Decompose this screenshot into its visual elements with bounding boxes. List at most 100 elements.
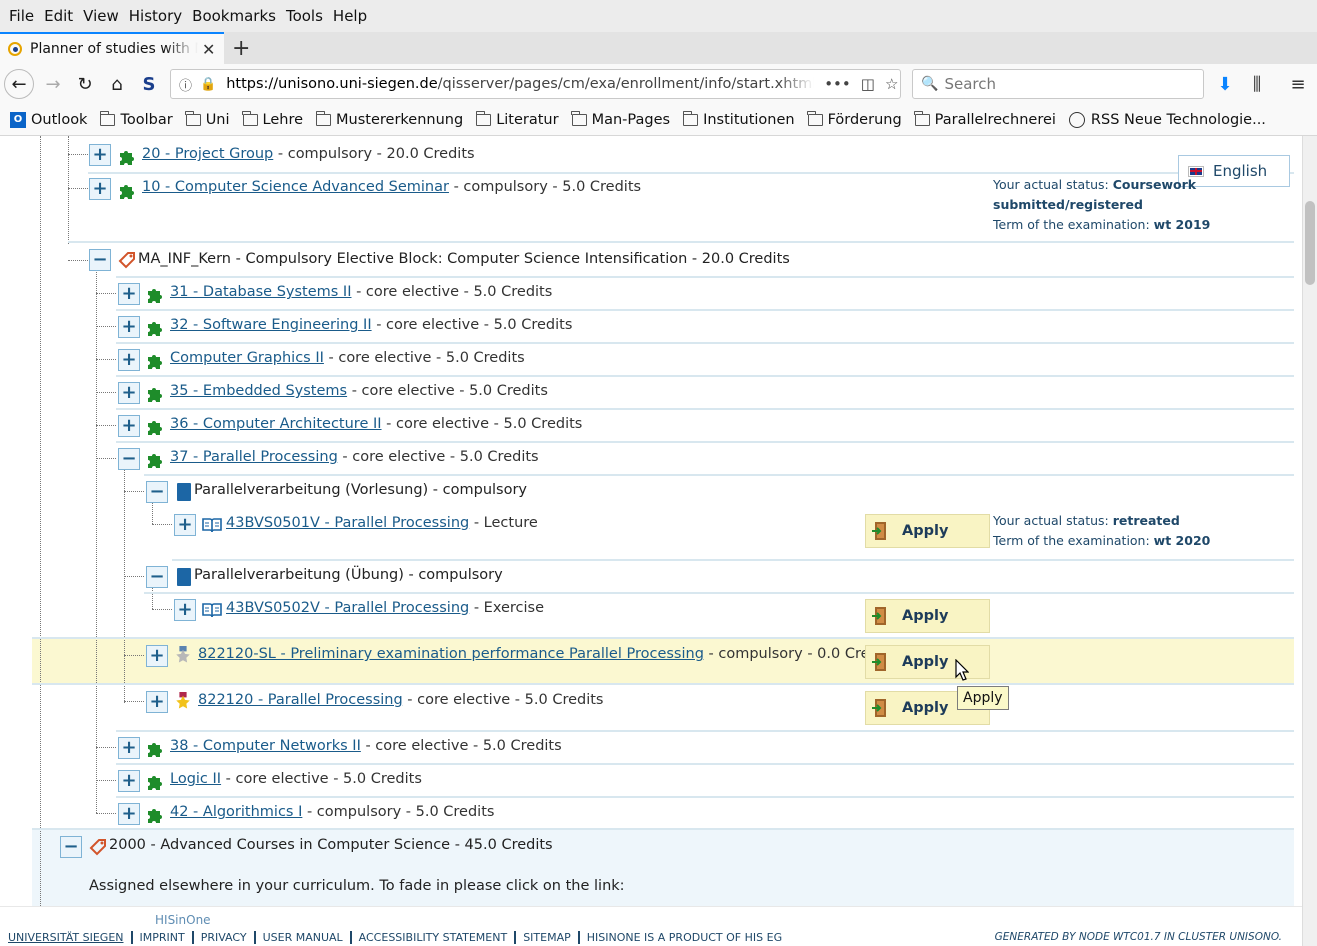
database-systems-link[interactable]: 31 - Database Systems II [170, 284, 351, 300]
bookmark-star-icon[interactable]: ☆ [885, 75, 898, 93]
bookmark-foerderung[interactable]: Förderung [807, 110, 902, 128]
tab-bar: Planner of studies with M ✕ + [0, 32, 1317, 64]
footer-link-user-manual[interactable]: USER MANUAL [253, 931, 350, 944]
tree-item-database-systems: 31 - Database Systems II - core elective… [170, 284, 553, 300]
folder-icon [185, 110, 201, 126]
bookmark-man-pages[interactable]: Man-Pages [571, 110, 670, 128]
footer-link-privacy[interactable]: PRIVACY [191, 931, 254, 944]
new-tab-icon[interactable]: + [232, 36, 250, 61]
footer-link-sitemap[interactable]: SITEMAP [514, 931, 578, 944]
search-bar[interactable]: 🔍 Search [912, 69, 1204, 99]
footer-link-his[interactable]: HISINONE IS A PRODUCT OF HIS EG [577, 931, 789, 944]
open-book-icon [202, 603, 222, 618]
bookmark-parallelrechnerei[interactable]: Parallelrechnerei [914, 110, 1056, 128]
menu-tools[interactable]: Tools [281, 7, 328, 25]
tree-item-pv-exercise-group: Parallelverarbeitung (Übung) - compulsor… [194, 567, 503, 583]
extension-s-icon[interactable]: S [134, 69, 164, 99]
expand-button[interactable]: + [174, 599, 196, 621]
expand-button[interactable]: + [146, 691, 168, 713]
expand-button[interactable]: + [174, 514, 196, 536]
nav-bar: ← → ↻ ⌂ S ⓘ 🔒 https://unisono.uni-siegen… [0, 64, 1317, 104]
computer-networks-link[interactable]: 38 - Computer Networks II [170, 738, 361, 754]
expand-button[interactable]: + [118, 770, 140, 792]
folder-icon [475, 110, 492, 126]
url-bar[interactable]: ⓘ 🔒 https://unisono.uni-siegen.de/qisser… [170, 69, 901, 99]
page-actions-icon[interactable]: ••• [824, 75, 851, 93]
back-button[interactable]: ← [4, 69, 34, 99]
bookmark-literatur[interactable]: Literatur [475, 110, 559, 128]
tab-title: Planner of studies with M [30, 41, 198, 57]
bookmark-rss[interactable]: RSS Neue Technologie... [1068, 111, 1266, 128]
library-icon[interactable]: ⫼ [1242, 69, 1272, 99]
tab-planner[interactable]: Planner of studies with M ✕ [0, 32, 224, 64]
apply-button-hovered[interactable]: Apply [865, 645, 990, 679]
expand-button[interactable]: + [118, 316, 140, 338]
collapse-button[interactable]: − [60, 836, 82, 858]
tree-item-parallel-processing: 37 - Parallel Processing - core elective… [170, 449, 539, 465]
menu-view[interactable]: View [78, 7, 124, 25]
parallel-processing-link[interactable]: 37 - Parallel Processing [170, 449, 338, 465]
menu-bookmarks[interactable]: Bookmarks [187, 7, 281, 25]
tree-item-lecture-course: 43BVS0501V - Parallel Processing - Lectu… [226, 515, 538, 531]
bookmark-lehre[interactable]: Lehre [242, 110, 303, 128]
expand-button[interactable]: + [146, 645, 168, 667]
expand-button[interactable]: + [118, 415, 140, 437]
pocket-icon[interactable]: ◫ [861, 75, 875, 93]
menu-file[interactable]: File [4, 7, 39, 25]
bookmark-mustererkennung[interactable]: Mustererkennung [315, 110, 463, 128]
expand-button[interactable]: + [118, 382, 140, 404]
menu-help[interactable]: Help [328, 7, 372, 25]
module-puzzle-icon [120, 185, 134, 199]
computer-graphics-link[interactable]: Computer Graphics II [170, 350, 324, 366]
lecture-course-link[interactable]: 43BVS0501V - Parallel Processing [226, 515, 469, 531]
door-enter-icon [872, 522, 886, 540]
collapse-button[interactable]: − [118, 448, 140, 470]
downloads-icon[interactable]: ⬇ [1210, 69, 1240, 99]
module-puzzle-icon [148, 454, 162, 468]
search-input[interactable]: Search [944, 75, 996, 93]
expand-button[interactable]: + [118, 803, 140, 825]
apply-button[interactable]: Apply [865, 514, 990, 548]
bookmark-institutionen[interactable]: Institutionen [682, 110, 795, 128]
close-tab-icon[interactable]: ✕ [202, 40, 215, 59]
expand-button[interactable]: + [89, 144, 111, 166]
computer-architecture-link[interactable]: 36 - Computer Architecture II [170, 416, 382, 432]
bookmark-uni[interactable]: Uni [185, 110, 230, 128]
collapse-button[interactable]: − [89, 249, 111, 271]
lock-icon[interactable]: 🔒 [200, 77, 216, 92]
page-scrollbar[interactable] [1302, 136, 1317, 946]
forward-button[interactable]: → [38, 69, 68, 99]
collapse-button[interactable]: − [146, 566, 168, 588]
expand-button[interactable]: + [118, 283, 140, 305]
footer-link-accessibility[interactable]: ACCESSIBILITY STATEMENT [349, 931, 515, 944]
exercise-course-link[interactable]: 43BVS0502V - Parallel Processing [226, 600, 469, 616]
home-button[interactable]: ⌂ [102, 69, 132, 99]
tag-icon [89, 839, 106, 856]
exam-link[interactable]: 822120 - Parallel Processing [198, 692, 403, 708]
menu-history[interactable]: History [124, 7, 187, 25]
algorithmics-link[interactable]: 42 - Algorithmics I [170, 804, 302, 820]
software-engineering-link[interactable]: 32 - Software Engineering II [170, 317, 372, 333]
collapse-button[interactable]: − [146, 481, 168, 503]
scrollbar-thumb[interactable] [1305, 201, 1315, 285]
footer-link-university[interactable]: UNIVERSITÄT SIEGEN [8, 931, 131, 944]
hamburger-menu-icon[interactable]: ≡ [1283, 69, 1313, 99]
footer-link-imprint[interactable]: IMPRINT [130, 931, 192, 944]
bookmark-toolbar[interactable]: Toolbar [99, 110, 173, 128]
logic-link[interactable]: Logic II [170, 771, 221, 787]
info-icon[interactable]: ⓘ [179, 75, 192, 94]
expand-button[interactable]: + [118, 349, 140, 371]
apply-button[interactable]: Apply [865, 599, 990, 633]
expand-button[interactable]: + [118, 737, 140, 759]
tree-item-advanced-courses: 2000 - Advanced Courses in Computer Scie… [109, 837, 553, 853]
url-text[interactable]: https://unisono.uni-siegen.de/qisserver/… [226, 76, 814, 92]
expand-button[interactable]: + [89, 178, 111, 200]
embedded-systems-link[interactable]: 35 - Embedded Systems [170, 383, 347, 399]
module-puzzle-icon [148, 355, 162, 369]
project-group-link[interactable]: 20 - Project Group [142, 146, 273, 162]
preliminary-exam-link[interactable]: 822120-SL - Preliminary examination perf… [198, 646, 704, 662]
bookmark-outlook[interactable]: O Outlook [10, 111, 87, 128]
advanced-seminar-link[interactable]: 10 - Computer Science Advanced Seminar [142, 179, 449, 195]
menu-edit[interactable]: Edit [39, 7, 78, 25]
reload-button[interactable]: ↻ [70, 69, 100, 99]
